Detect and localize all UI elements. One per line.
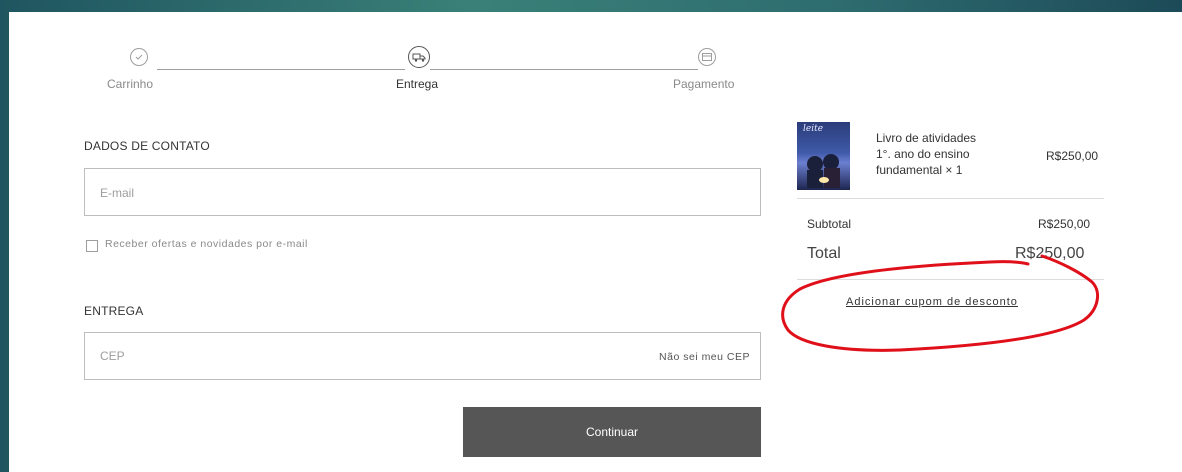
red-annotation-circle	[781, 254, 1100, 352]
